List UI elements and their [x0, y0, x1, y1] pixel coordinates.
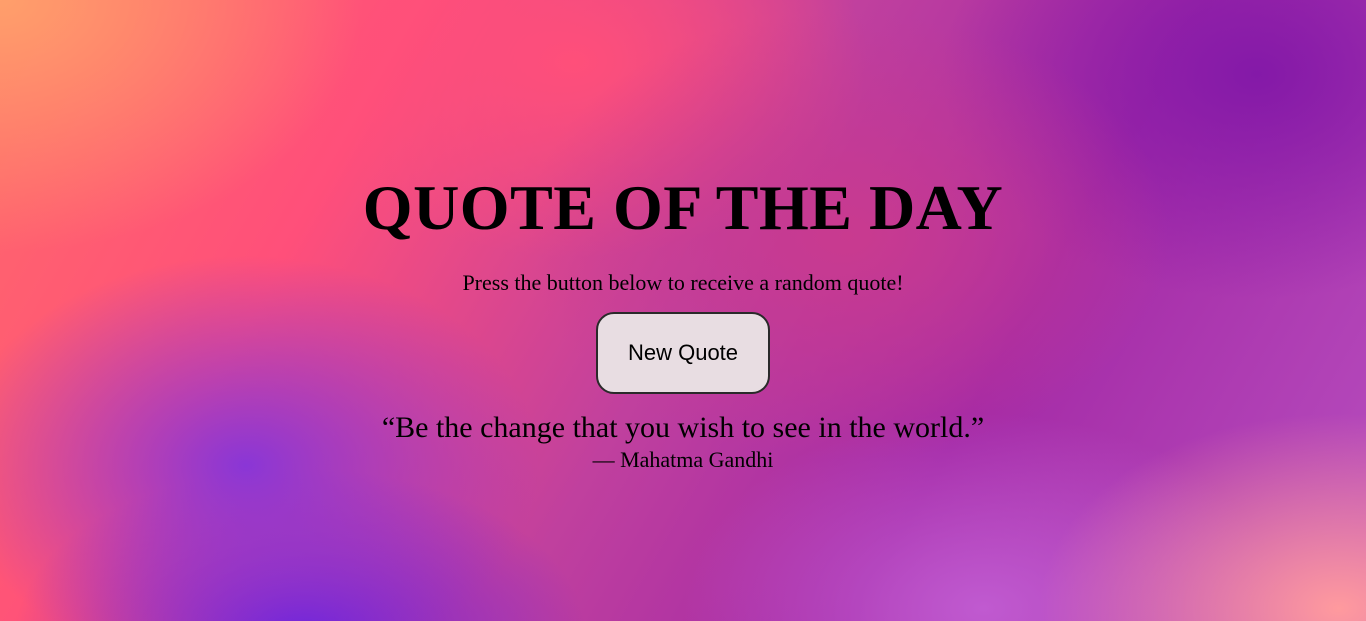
quote-page: QUOTE OF THE DAY Press the button below …: [0, 0, 1366, 621]
page-title: QUOTE OF THE DAY: [362, 172, 1004, 243]
new-quote-button[interactable]: New Quote: [596, 312, 770, 394]
instruction-text: Press the button below to receive a rand…: [462, 270, 904, 295]
quote-author: — Mahatma Gandhi: [592, 447, 774, 472]
quote-text: “Be the change that you wish to see in t…: [381, 411, 985, 444]
